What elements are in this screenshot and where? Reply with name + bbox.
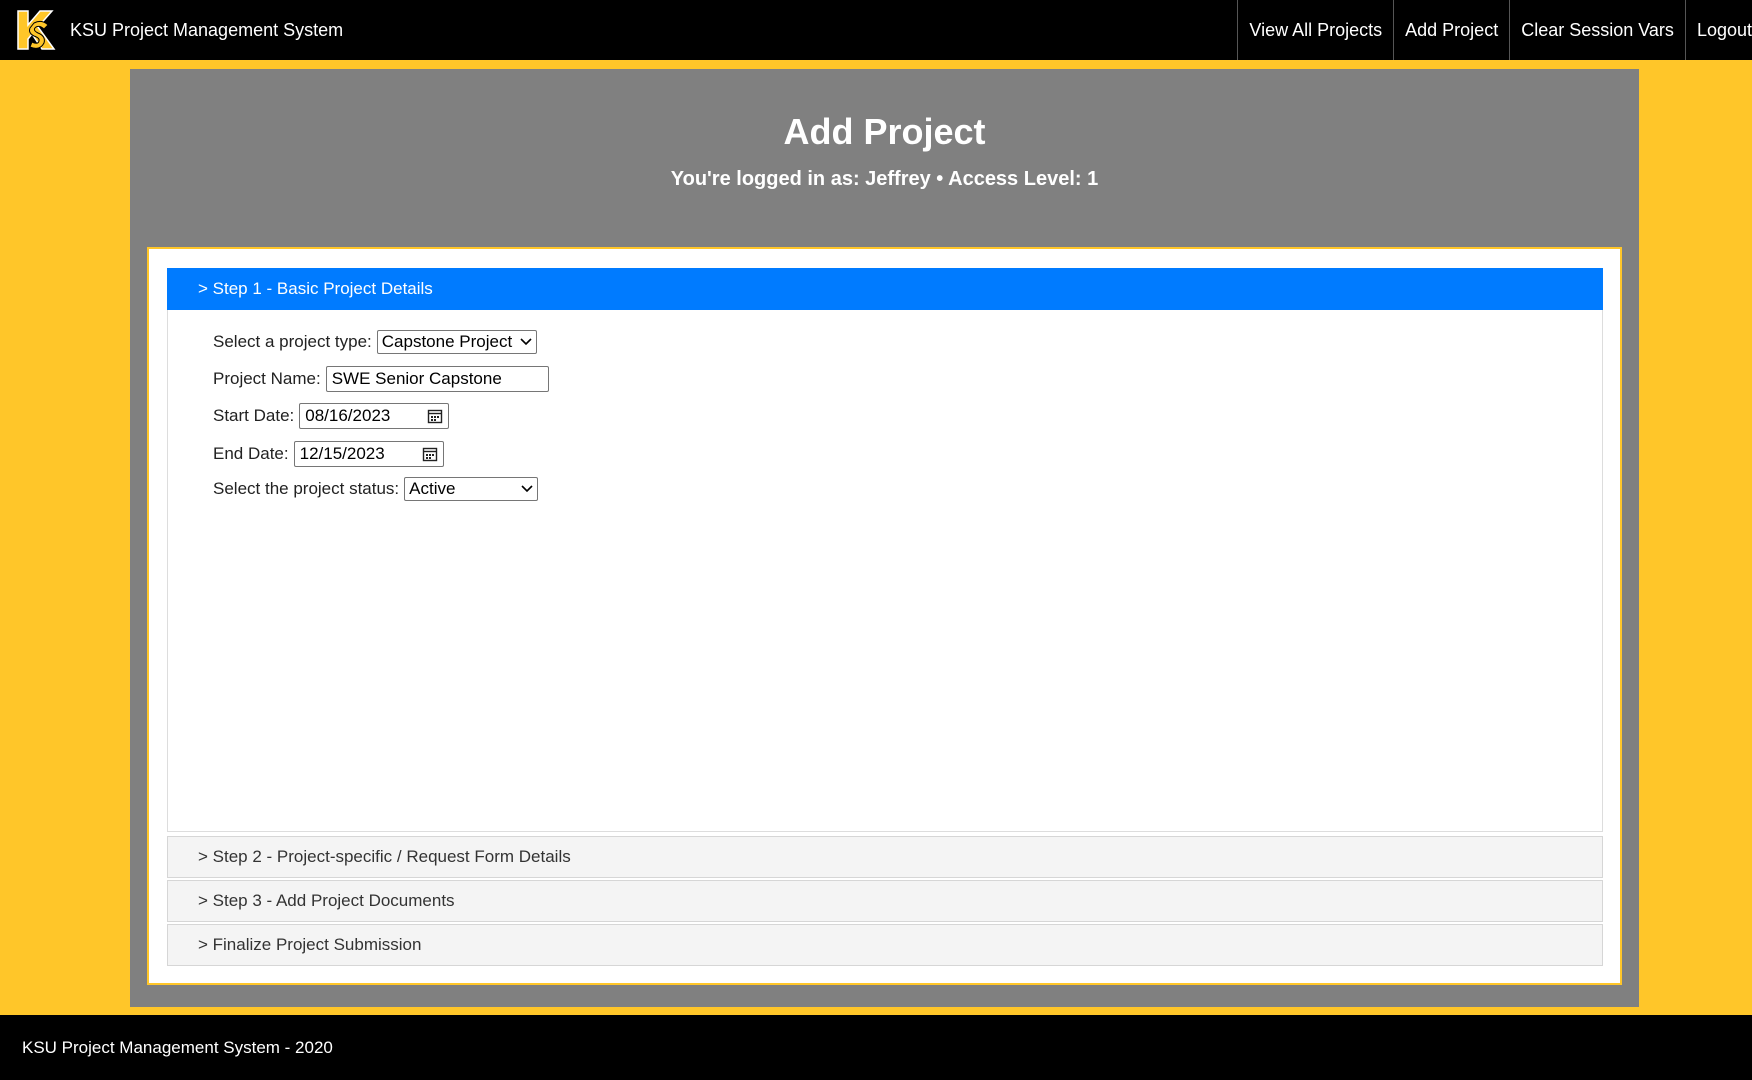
project-type-value: Capstone Project xyxy=(381,332,513,351)
step-3-label: > Step 3 - Add Project Documents xyxy=(198,891,455,910)
project-name-label: Project Name: xyxy=(213,369,321,388)
start-date-value: 08/16/2023 xyxy=(305,406,391,425)
project-status-select[interactable]: Active xyxy=(404,477,539,501)
project-name-row: Project Name: SWE Senior Capstone xyxy=(213,366,549,392)
nav-add-project[interactable]: Add Project xyxy=(1393,0,1509,60)
start-date-row: Start Date: 08/16/2023 xyxy=(213,403,450,429)
step-2-header[interactable]: > Step 2 - Project-specific / Request Fo… xyxy=(167,836,1603,878)
footer: KSU Project Management System - 2020 xyxy=(0,1015,1752,1080)
page-header: Add Project You're logged in as: Jeffrey… xyxy=(130,111,1639,191)
step-3-header[interactable]: > Step 3 - Add Project Documents xyxy=(167,880,1603,922)
project-type-row: Select a project type: Capstone Project xyxy=(213,330,537,354)
project-status-row: Select the project status: Active xyxy=(213,477,539,501)
chevron-down-icon xyxy=(520,336,532,348)
finalize-label: > Finalize Project Submission xyxy=(198,935,422,954)
start-date-input[interactable]: 08/16/2023 xyxy=(299,403,450,429)
brand[interactable]: KSU Project Management System xyxy=(6,0,343,60)
step-2-label: > Step 2 - Project-specific / Request Fo… xyxy=(198,847,571,866)
project-status-value: Active xyxy=(409,479,456,498)
calendar-icon[interactable] xyxy=(427,408,443,424)
nav-clear-session-vars[interactable]: Clear Session Vars xyxy=(1509,0,1685,60)
login-info: You're logged in as: Jeffrey • Access Le… xyxy=(670,168,1099,190)
ksu-logo-icon[interactable] xyxy=(6,2,64,58)
finalize-header[interactable]: > Finalize Project Submission xyxy=(167,924,1603,966)
main-panel: Add Project You're logged in as: Jeffrey… xyxy=(130,69,1639,1007)
footer-text: KSU Project Management System - 2020 xyxy=(22,1037,333,1057)
end-date-input[interactable]: 12/15/2023 xyxy=(293,441,444,467)
step-1-label: > Step 1 - Basic Project Details xyxy=(198,279,433,298)
project-name-value: SWE Senior Capstone xyxy=(331,369,502,388)
nav-view-all-projects[interactable]: View All Projects xyxy=(1237,0,1393,60)
project-type-select[interactable]: Capstone Project xyxy=(376,330,537,354)
project-name-input[interactable]: SWE Senior Capstone xyxy=(325,366,549,392)
calendar-icon[interactable] xyxy=(422,446,438,462)
nav-logout[interactable]: Logout xyxy=(1684,0,1752,60)
start-date-label: Start Date: xyxy=(213,406,295,425)
chevron-down-icon xyxy=(521,483,533,495)
end-date-value: 12/15/2023 xyxy=(299,444,385,463)
step-1-header[interactable]: > Step 1 - Basic Project Details xyxy=(167,268,1603,310)
project-status-label: Select the project status: xyxy=(213,479,400,498)
main-nav: View All Projects Add Project Clear Sess… xyxy=(1237,0,1752,60)
step-1-body: Select a project type: Capstone Project … xyxy=(167,310,1603,832)
steps-card: > Step 1 - Basic Project Details Select … xyxy=(147,247,1622,985)
end-date-label: End Date: xyxy=(213,444,289,463)
project-type-label: Select a project type: xyxy=(213,332,372,351)
end-date-row: End Date: 12/15/2023 xyxy=(213,441,444,467)
brand-name[interactable]: KSU Project Management System xyxy=(70,20,343,41)
page-title: Add Project xyxy=(783,111,986,152)
top-navbar: KSU Project Management System View All P… xyxy=(0,0,1752,60)
